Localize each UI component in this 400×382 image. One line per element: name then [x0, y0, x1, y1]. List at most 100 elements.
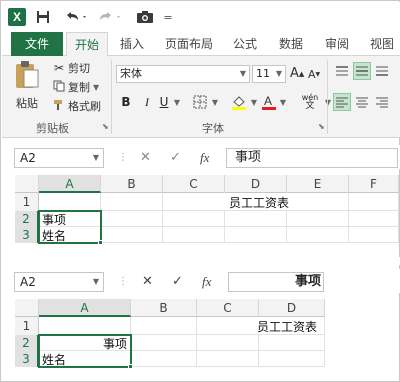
copy-button[interactable]: 复制 ▼	[50, 79, 99, 95]
row-header[interactable]: 3	[15, 227, 39, 243]
cell-e2[interactable]	[287, 211, 349, 227]
cell-c3[interactable]	[163, 227, 225, 243]
undo-icon[interactable]	[64, 8, 90, 26]
tab-view[interactable]: 视图	[364, 32, 400, 56]
cell-c1[interactable]	[163, 193, 225, 211]
font-launcher-icon[interactable]: ⬊	[318, 122, 325, 131]
row-header[interactable]: 1	[15, 193, 39, 211]
formula-input[interactable]: 事项	[228, 272, 324, 292]
cell-d1[interactable]: 员工工资表	[225, 193, 289, 211]
tab-file[interactable]: 文件	[11, 32, 63, 56]
tab-review[interactable]: 审阅	[318, 32, 356, 56]
column-header[interactable]: B	[101, 175, 163, 193]
cancel-icon[interactable]: ✕	[140, 148, 151, 168]
select-all-corner[interactable]	[15, 299, 39, 317]
paste-button[interactable]: 粘贴	[10, 60, 44, 116]
column-header[interactable]: A	[39, 299, 131, 317]
format-painter-button[interactable]: 格式刷	[50, 98, 101, 114]
phonetic-button[interactable]: wén 文	[298, 93, 322, 111]
font-name-select[interactable]: 宋体 ▼	[116, 65, 250, 83]
cell-d1[interactable]: 员工工资表	[257, 317, 325, 335]
cut-button[interactable]: ✂ 剪切	[50, 60, 90, 76]
enter-icon[interactable]: ✓	[170, 148, 181, 168]
cell-f1[interactable]	[349, 193, 399, 211]
column-header[interactable]: E	[287, 175, 349, 193]
column-header[interactable]: C	[197, 299, 259, 317]
bottom-align-button[interactable]	[373, 62, 391, 80]
insert-function-icon[interactable]: fx	[200, 148, 209, 168]
borders-button[interactable]	[192, 93, 208, 111]
grow-font-button[interactable]: A ▲	[290, 66, 304, 81]
tab-data[interactable]: 数据	[272, 32, 310, 56]
cell-f2[interactable]	[349, 211, 399, 227]
font-size-value: 11	[256, 67, 270, 80]
name-box[interactable]: A2 ▼	[14, 148, 104, 168]
chevron-down-icon: ▼	[92, 277, 99, 286]
cell-d2[interactable]	[259, 335, 325, 351]
cell-e3[interactable]	[287, 227, 349, 243]
tab-insert[interactable]: 插入	[112, 32, 152, 56]
cell-a1[interactable]	[39, 317, 131, 335]
cell-c1[interactable]	[197, 317, 259, 335]
cell-d3[interactable]	[259, 351, 325, 367]
row-header[interactable]: 1	[15, 317, 39, 335]
name-box[interactable]: A2 ▼	[14, 272, 104, 292]
cell-d2[interactable]	[225, 211, 287, 227]
column-header[interactable]: A	[39, 175, 101, 193]
customize-qat-icon[interactable]: =	[162, 8, 174, 26]
middle-align-button[interactable]	[353, 62, 371, 80]
align-center-button[interactable]	[353, 93, 371, 111]
italic-button[interactable]: I	[141, 93, 153, 111]
insert-function-icon[interactable]: fx	[202, 272, 211, 292]
cell-a1[interactable]	[39, 193, 101, 211]
underline-button[interactable]: U	[158, 93, 170, 111]
font-color-button[interactable]: A	[261, 93, 277, 111]
column-header[interactable]: F	[349, 175, 399, 193]
cell-e1[interactable]	[287, 193, 349, 211]
save-icon[interactable]	[36, 8, 50, 26]
formula-input[interactable]: 事项	[226, 148, 398, 168]
underline-dropdown-icon[interactable]: ▼	[172, 93, 182, 111]
clipboard-launcher-icon[interactable]: ⬊	[102, 122, 109, 131]
tab-formulas[interactable]: 公式	[226, 32, 264, 56]
tab-page-layout[interactable]: 页面布局	[160, 32, 218, 56]
cell-b1[interactable]	[131, 317, 197, 335]
cell-b2[interactable]	[101, 211, 163, 227]
column-header[interactable]: D	[225, 175, 287, 193]
align-right-button[interactable]	[373, 93, 391, 111]
copy-dropdown-icon[interactable]: ▼	[93, 83, 99, 92]
cell-b3[interactable]	[101, 227, 163, 243]
select-all-corner[interactable]	[15, 175, 39, 193]
cell-c2[interactable]	[197, 335, 259, 351]
cell-b3[interactable]	[131, 351, 197, 367]
bold-button[interactable]: B	[120, 93, 132, 111]
font-size-select[interactable]: 11 ▼	[252, 65, 286, 83]
borders-dropdown-icon[interactable]: ▼	[210, 93, 220, 111]
fill-handle[interactable]	[98, 240, 103, 245]
camera-icon[interactable]	[134, 8, 156, 26]
row-header[interactable]: 2	[15, 335, 39, 351]
top-align-button[interactable]	[333, 62, 351, 80]
column-header[interactable]: D	[259, 299, 325, 317]
cell-c3[interactable]	[197, 351, 259, 367]
tab-home[interactable]: 开始	[66, 32, 108, 57]
column-header[interactable]: B	[131, 299, 197, 317]
cell-c2[interactable]	[163, 211, 225, 227]
shrink-font-button[interactable]: A ▼	[308, 68, 320, 81]
row-header[interactable]: 2	[15, 211, 39, 227]
enter-icon[interactable]: ✓	[172, 272, 183, 292]
row-header[interactable]: 3	[15, 351, 39, 367]
column-header[interactable]: C	[163, 175, 225, 193]
redo-icon[interactable]	[98, 8, 124, 26]
cell-b2[interactable]	[131, 335, 197, 351]
cell-b1[interactable]	[101, 193, 163, 211]
align-left-button[interactable]	[333, 93, 351, 111]
phonetic-dropdown-icon[interactable]: ▼	[323, 93, 333, 111]
fill-color-dropdown-icon[interactable]: ▼	[249, 93, 259, 111]
font-color-dropdown-icon[interactable]: ▼	[278, 93, 288, 111]
fill-color-button[interactable]	[230, 93, 248, 111]
cell-f3[interactable]	[349, 227, 399, 243]
cancel-icon[interactable]: ✕	[142, 272, 153, 292]
cell-d3[interactable]	[225, 227, 287, 243]
fill-handle[interactable]	[128, 364, 133, 369]
